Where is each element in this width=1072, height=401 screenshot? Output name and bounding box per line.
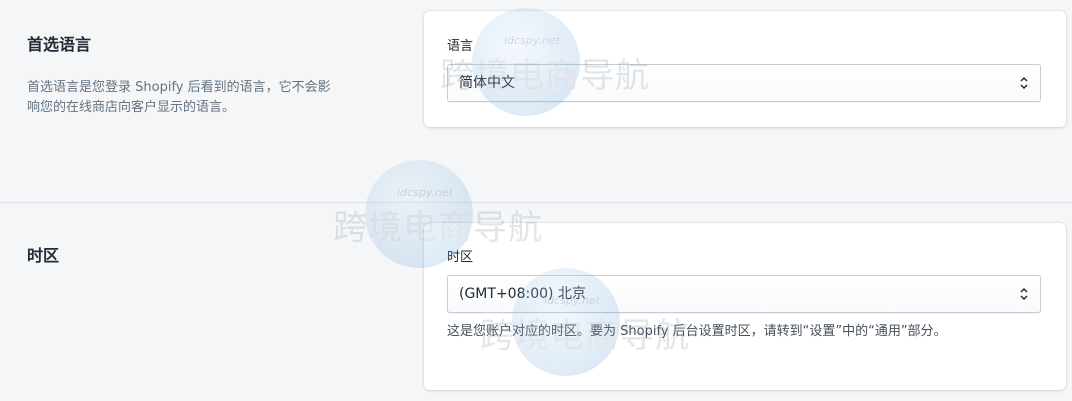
language-select-value: 简体中文	[459, 75, 515, 91]
language-select[interactable]: 简体中文	[447, 64, 1041, 102]
timezone-select[interactable]: (GMT+08:00) 北京	[447, 275, 1041, 313]
up-down-chevron-icon	[1020, 76, 1028, 90]
timezone-help-text: 这是您账户对应的时区。要为 Shopify 后台设置时区，请转到“设置”中的“通…	[447, 324, 947, 339]
up-down-chevron-icon	[1020, 287, 1028, 301]
timezone-field-label: 时区	[447, 250, 474, 265]
timezone-select-value: (GMT+08:00) 北京	[459, 286, 586, 302]
section-title-timezone: 时区	[27, 246, 60, 265]
preferred-language-section: 首选语言 首选语言是您登录 Shopify 后看到的语言，它不会影响您的在线商店…	[0, 0, 1072, 202]
section-description-preferred-language: 首选语言是您登录 Shopify 后看到的语言，它不会影响您的在线商店向客户显示…	[27, 80, 331, 115]
language-field-label: 语言	[447, 39, 474, 54]
section-title-preferred-language: 首选语言	[27, 35, 92, 54]
timezone-card: 时区 (GMT+08:00) 北京 这是您账户对应的时区。要为 Shopify …	[424, 223, 1066, 390]
language-card: 语言 简体中文	[424, 11, 1066, 127]
timezone-section: 时区 时区 (GMT+08:00) 北京 这是您账户对应的时区。要为 Shopi…	[0, 203, 1072, 401]
